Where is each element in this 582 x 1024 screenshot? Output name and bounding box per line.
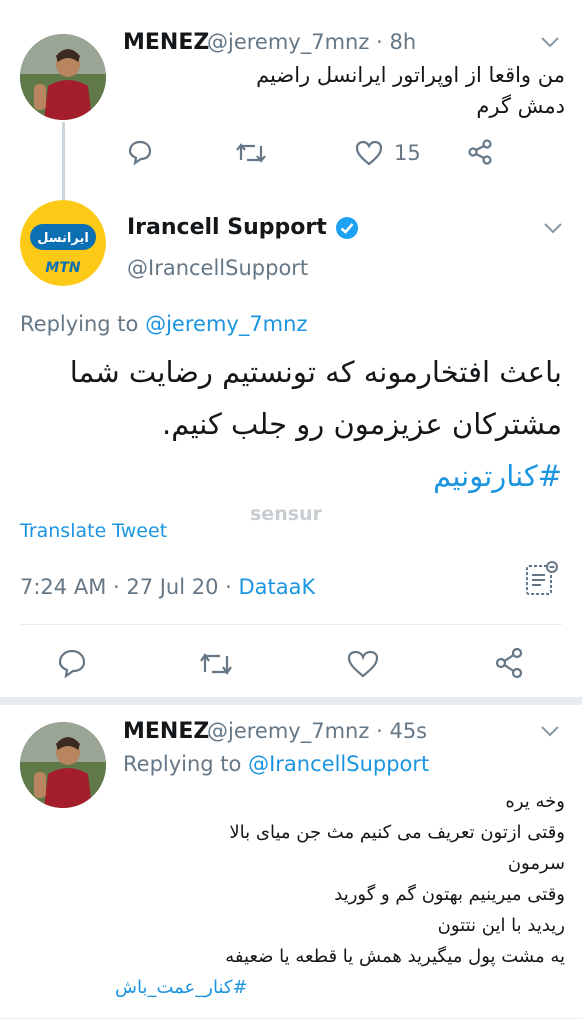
share-icon[interactable] bbox=[494, 647, 524, 679]
tweet-text-line: یه مشت پول میگیرید همش یا قطعه یا ضعیفه bbox=[225, 946, 565, 967]
tweet-metadata: 7:24 AM · 27 Jul 20 · DataaK bbox=[20, 575, 315, 599]
separator: · bbox=[376, 30, 383, 54]
timestamp[interactable]: 7:24 AM · 27 Jul 20 · bbox=[20, 575, 232, 599]
tweet-text-line: دمش گرم bbox=[476, 94, 565, 118]
chevron-down-icon[interactable] bbox=[543, 222, 563, 234]
irancell-logo-text: ایرانسل bbox=[37, 231, 89, 246]
tweet-text-line: وخه یره bbox=[505, 791, 565, 812]
mtn-logo-text: MTN bbox=[45, 260, 80, 276]
username[interactable]: @jeremy_7mnz · 8h bbox=[207, 30, 416, 54]
separator: · bbox=[376, 719, 383, 743]
chevron-down-icon[interactable] bbox=[540, 36, 560, 48]
replying-label: Replying to bbox=[20, 312, 139, 336]
like-icon[interactable] bbox=[355, 140, 383, 166]
chevron-down-icon[interactable] bbox=[540, 725, 560, 737]
replying-handle-link[interactable]: @jeremy_7mnz bbox=[145, 312, 307, 336]
avatar-irancell[interactable]: ایرانسل MTN bbox=[20, 200, 106, 286]
translate-tweet-link[interactable]: Translate Tweet bbox=[20, 520, 167, 542]
hashtag-link[interactable]: #کنار_عمت_باش bbox=[115, 972, 565, 1003]
section-divider bbox=[0, 697, 582, 705]
verified-badge-icon bbox=[335, 216, 359, 240]
share-icon[interactable] bbox=[466, 138, 494, 166]
tweet-time[interactable]: 8h bbox=[389, 30, 416, 54]
tweet-text: وخه یره وقتی ازتون تعریف می کنیم مث جن م… bbox=[115, 786, 565, 1003]
main-tweet-text: باعث افتخارمونه که تونستیم رضایت شما مشت… bbox=[12, 346, 562, 502]
display-name[interactable]: MENEZ bbox=[123, 30, 209, 55]
reply-icon[interactable] bbox=[127, 139, 153, 165]
tweet-text-line: باعث افتخارمونه که تونستیم رضایت شما bbox=[69, 355, 562, 389]
avatar-menez[interactable] bbox=[20, 722, 106, 808]
display-name[interactable]: MENEZ bbox=[123, 719, 209, 744]
replying-to: Replying to @IrancellSupport bbox=[123, 752, 429, 776]
tweet-text-line: سرمون bbox=[507, 853, 565, 874]
replying-label: Replying to bbox=[123, 752, 242, 776]
tweet-time[interactable]: 45s bbox=[389, 719, 427, 743]
display-name-row: Irancell Support bbox=[127, 215, 359, 240]
hashtag-link[interactable]: #کنارتونیم bbox=[12, 450, 562, 502]
tweet-text-line: من واقعا از اوپراتور ایرانسل راضیم bbox=[256, 63, 565, 87]
analytics-icon[interactable] bbox=[523, 560, 561, 598]
reply-icon[interactable] bbox=[57, 648, 87, 678]
replying-handle-link[interactable]: @IrancellSupport bbox=[248, 752, 429, 776]
replying-to: Replying to @jeremy_7mnz bbox=[20, 312, 307, 336]
thread-line bbox=[62, 122, 65, 200]
username[interactable]: @jeremy_7mnz · 45s bbox=[207, 719, 427, 743]
retweet-icon[interactable] bbox=[235, 140, 267, 166]
handle[interactable]: @jeremy_7mnz bbox=[207, 30, 369, 54]
display-name[interactable]: Irancell Support bbox=[127, 215, 327, 240]
tweet-text-line: وقتی میرینیم بهتون گم و گورید bbox=[334, 884, 565, 905]
like-count: 15 bbox=[394, 141, 421, 165]
tweet-text-line: وقتی ازتون تعریف می کنیم مث جن میای بالا bbox=[229, 822, 565, 843]
watermark: sensur bbox=[250, 503, 322, 525]
tweet-text-line: ریدید با این نتتون bbox=[437, 915, 565, 936]
handle[interactable]: @IrancellSupport bbox=[127, 256, 308, 280]
divider bbox=[20, 624, 562, 625]
tweet-text-line: مشترکان عزیزمون رو جلب کنیم. bbox=[162, 407, 562, 441]
retweet-icon[interactable] bbox=[199, 650, 233, 678]
avatar-menez[interactable] bbox=[20, 34, 106, 120]
source-label[interactable]: DataaK bbox=[239, 575, 316, 599]
like-icon[interactable] bbox=[347, 650, 379, 678]
divider bbox=[0, 1018, 582, 1019]
handle[interactable]: @jeremy_7mnz bbox=[207, 719, 369, 743]
tweet-text: من واقعا از اوپراتور ایرانسل راضیم دمش گ… bbox=[125, 60, 565, 122]
